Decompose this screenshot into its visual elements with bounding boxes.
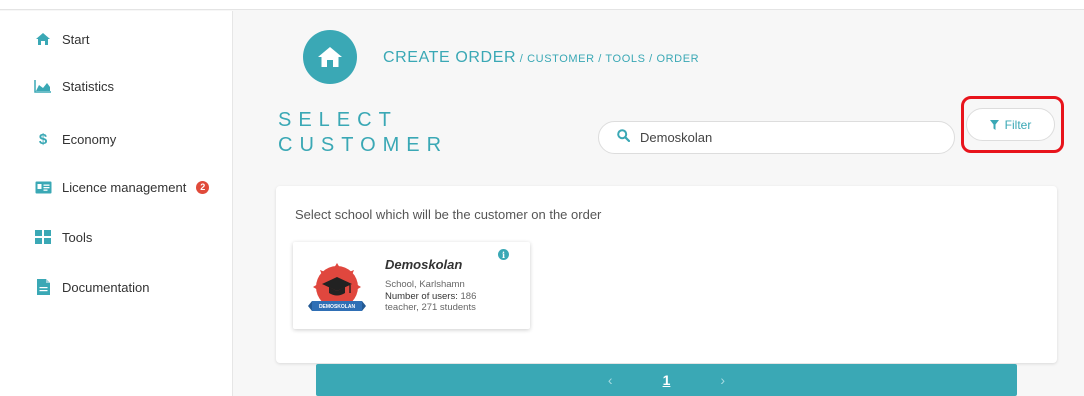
filter-button[interactable]: Filter bbox=[966, 108, 1055, 141]
school-name: Demoskolan bbox=[385, 257, 463, 272]
document-icon bbox=[34, 278, 52, 296]
panel-caption: Select school which will be the customer… bbox=[295, 207, 602, 222]
svg-text:DEMOSKOLAN: DEMOSKOLAN bbox=[319, 304, 356, 310]
customer-panel: Select school which will be the customer… bbox=[276, 186, 1057, 363]
main-content: CREATE ORDER / CUSTOMER / TOOLS / ORDER … bbox=[234, 11, 1084, 396]
sidebar-item-label: Statistics bbox=[62, 78, 115, 94]
filter-label: Filter bbox=[1004, 117, 1032, 132]
school-card[interactable]: DEMOSKOLAN Demoskolan School, Karlshamn … bbox=[293, 242, 530, 329]
school-users: Number of users: 186 bbox=[385, 291, 515, 303]
sidebar-item-label: Documentation bbox=[62, 279, 150, 295]
sidebar-item-start[interactable]: Start bbox=[34, 27, 89, 51]
id-card-icon bbox=[34, 178, 52, 196]
home-icon bbox=[34, 30, 52, 48]
sidebar-item-economy[interactable]: $ Economy bbox=[34, 127, 116, 151]
prev-page-button[interactable]: ‹ bbox=[578, 372, 643, 388]
dollar-icon: $ bbox=[38, 130, 48, 148]
top-bar bbox=[0, 0, 1084, 10]
sidebar-item-documentation[interactable]: Documentation bbox=[34, 275, 149, 299]
search-field[interactable] bbox=[598, 121, 955, 154]
notification-badge: 2 bbox=[196, 180, 210, 194]
school-logo: DEMOSKOLAN bbox=[308, 263, 366, 322]
home-icon bbox=[318, 47, 342, 67]
sidebar-item-label: Start bbox=[62, 31, 90, 47]
school-details: School, Karlshamn Number of users: 186 t… bbox=[385, 279, 515, 314]
sidebar-item-label: Tools bbox=[62, 229, 93, 245]
page-1-button[interactable]: 1 bbox=[643, 372, 691, 388]
users-label: Number of users: bbox=[385, 290, 458, 302]
funnel-icon bbox=[989, 119, 999, 130]
home-button[interactable] bbox=[303, 30, 357, 84]
sidebar-item-label: Economy bbox=[62, 131, 117, 147]
page-title: SELECT CUSTOMER bbox=[278, 108, 448, 158]
page-title-line2: CUSTOMER bbox=[278, 134, 449, 156]
breadcrumb: CREATE ORDER / CUSTOMER / TOOLS / ORDER bbox=[383, 49, 699, 67]
sidebar-item-tools[interactable]: Tools bbox=[34, 225, 92, 249]
breadcrumb-path: / CUSTOMER / TOOLS / ORDER bbox=[516, 53, 700, 65]
search-icon bbox=[617, 128, 631, 147]
users-detail: teacher, 271 students bbox=[385, 302, 476, 313]
sidebar-item-label: Licence management bbox=[62, 179, 187, 195]
sidebar-item-licence-management[interactable]: Licence management 2 bbox=[34, 175, 210, 199]
users-value: 186 bbox=[457, 290, 477, 302]
search-input[interactable] bbox=[640, 130, 920, 145]
grid-icon bbox=[34, 228, 52, 246]
pagination: ‹ 1 › bbox=[316, 364, 1017, 396]
next-page-button[interactable]: › bbox=[690, 372, 755, 388]
sidebar-item-statistics[interactable]: Statistics bbox=[34, 74, 114, 98]
school-type-city: School, Karlshamn bbox=[385, 279, 465, 290]
sidebar: Start Statistics $ Economy Licence manag… bbox=[0, 11, 233, 396]
area-chart-icon bbox=[34, 77, 52, 95]
breadcrumb-create-order[interactable]: CREATE ORDER bbox=[383, 49, 516, 66]
page-title-line1: SELECT bbox=[278, 109, 398, 131]
info-icon[interactable]: i bbox=[498, 249, 509, 260]
